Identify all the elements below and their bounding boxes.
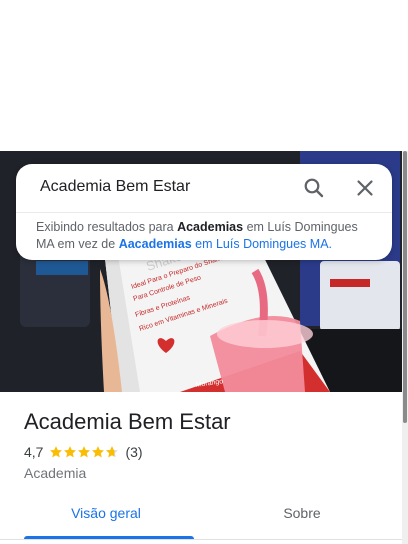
- search-input[interactable]: Academia Bem Estar: [40, 178, 190, 196]
- review-count[interactable]: (3): [125, 444, 142, 460]
- notice-prefix: Exibindo resultados para: [36, 220, 174, 234]
- half-star-icon: [106, 446, 119, 458]
- star-icon: [92, 446, 105, 458]
- tab-overview[interactable]: Visão geral: [60, 505, 152, 521]
- star-icon: [64, 446, 77, 458]
- place-title: Academia Bem Estar: [24, 409, 231, 434]
- original-query-location-link[interactable]: em Luís Domingues MA.: [195, 237, 332, 251]
- rating-value: 4,7: [24, 444, 44, 460]
- scrollbar[interactable]: [402, 151, 408, 544]
- search-icon[interactable]: [302, 176, 326, 200]
- rating-row[interactable]: 4,7 (3): [24, 444, 143, 460]
- notice-corrected-term: Academias: [177, 220, 244, 234]
- place-info-panel: Academia Bem Estar 4,7 (3) Academia Visã…: [0, 392, 402, 544]
- tabs-divider: [0, 539, 402, 540]
- tab-about[interactable]: Sobre: [260, 505, 344, 521]
- close-icon[interactable]: [353, 176, 377, 200]
- place-category[interactable]: Academia: [24, 465, 86, 481]
- spelling-notice: Exibindo resultados para Academias em Lu…: [36, 219, 376, 253]
- scrollbar-thumb[interactable]: [403, 151, 407, 423]
- search-divider: [16, 212, 392, 213]
- search-card: Academia Bem Estar Exibindo resultados p…: [16, 164, 392, 260]
- rating-stars: [49, 445, 119, 459]
- original-query-link[interactable]: Aacademias: [119, 237, 192, 251]
- star-icon: [50, 446, 63, 458]
- star-icon: [78, 446, 91, 458]
